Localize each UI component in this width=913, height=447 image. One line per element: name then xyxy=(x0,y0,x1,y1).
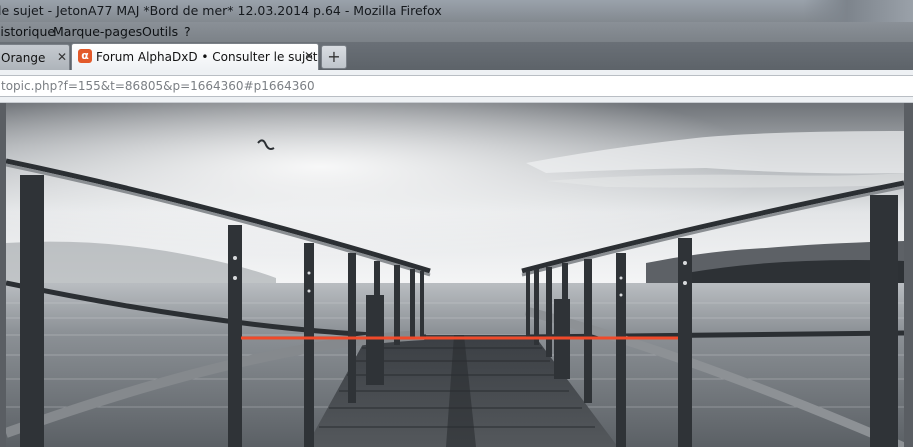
new-tab-button[interactable]: + xyxy=(321,45,347,69)
pier-photo xyxy=(6,103,904,447)
tab-orange[interactable]: Orange ✕ xyxy=(0,44,70,70)
menu-bar: Historique Marque-pages Outils ? xyxy=(0,22,913,42)
address-bar[interactable]: topic.php?f=155&t=86805&p=1664360#p16643… xyxy=(0,75,913,97)
close-icon[interactable]: ✕ xyxy=(304,49,314,63)
page-content xyxy=(0,103,913,447)
menu-item-bookmarks[interactable]: Marque-pages xyxy=(53,24,142,39)
close-icon[interactable]: ✕ xyxy=(57,50,67,64)
navigation-toolbar: topic.php?f=155&t=86805&p=1664360#p16643… xyxy=(0,70,913,103)
window-titlebar: le sujet - JetonA77 MAJ *Bord de mer* 12… xyxy=(0,0,913,70)
window-title: le sujet - JetonA77 MAJ *Bord de mer* 12… xyxy=(0,3,442,18)
menu-item-history[interactable]: Historique xyxy=(0,24,55,39)
tab-label: Orange xyxy=(1,51,46,65)
tab-bar: Orange ✕ α Forum AlphaDxD • Consulter le… xyxy=(0,42,913,71)
alphadxd-icon: α xyxy=(78,49,92,63)
tab-label: Forum AlphaDxD • Consulter le sujet ... xyxy=(96,50,333,64)
menu-item-tools[interactable]: Outils xyxy=(142,24,178,39)
menu-item-help[interactable]: ? xyxy=(184,24,191,39)
tab-forum-alphadxd[interactable]: α Forum AlphaDxD • Consulter le sujet ..… xyxy=(71,43,333,71)
